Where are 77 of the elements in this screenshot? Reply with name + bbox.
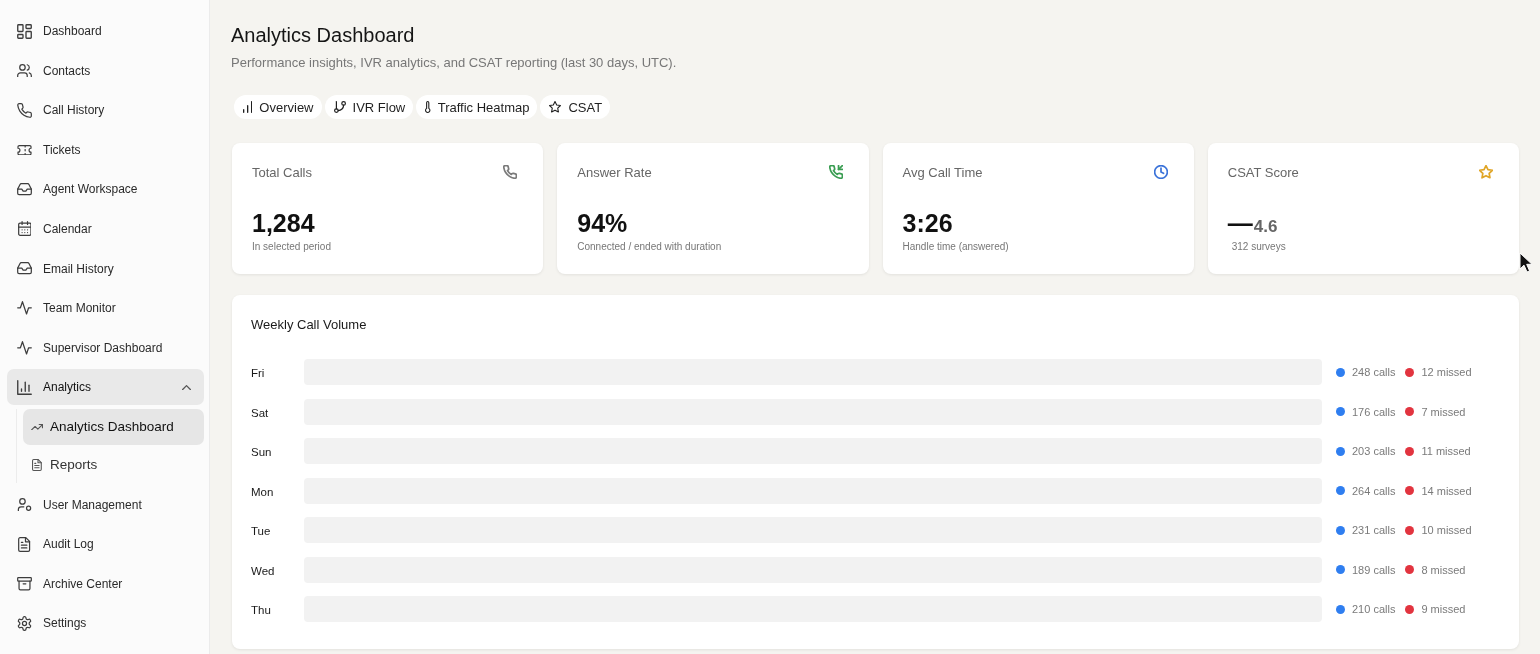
stat-value: 94%	[577, 208, 628, 238]
inbox-tray-icon	[17, 183, 32, 196]
stat-caption: 312 surveys	[1231, 241, 1286, 253]
day-label: Wed	[251, 564, 275, 577]
pulse-line-icon	[17, 340, 32, 355]
day-label: Fri	[251, 367, 265, 379]
score-value: 4.6	[1253, 216, 1278, 238]
day-label: Mon	[251, 485, 274, 498]
sidebar-item[interactable]: Analytics	[7, 369, 204, 406]
day-label: Thu	[251, 604, 271, 616]
settings-icon	[17, 615, 32, 631]
sidebar-item[interactable]: Settings	[7, 605, 204, 642]
sidebar-item[interactable]: Tickets	[7, 131, 204, 168]
legend-text: 189 calls	[1352, 563, 1396, 576]
legend-text: 210 calls	[1352, 603, 1396, 615]
document-icon	[18, 536, 31, 552]
phone-icon	[17, 102, 32, 118]
stat-caption: Connected / ended with duration	[577, 241, 722, 253]
sidebar-item[interactable]: Archive Center	[7, 565, 204, 602]
card-title: CSAT Score	[1227, 164, 1299, 180]
legend-text: 264 calls	[1352, 484, 1396, 497]
day-label: Sun	[251, 446, 272, 458]
stat-value: —	[1227, 208, 1253, 238]
stat-caption: Handle time (answered)	[902, 241, 1009, 253]
legend-text: 7 missed	[1421, 405, 1466, 418]
chart-title: Weekly Call Volume	[251, 316, 367, 334]
sidebar-subitem[interactable]: Reports	[23, 446, 204, 483]
stat-value: 1,284	[252, 208, 315, 238]
sidebar-item[interactable]: Contacts	[7, 52, 204, 89]
tab[interactable]: Traffic Heatmap	[416, 95, 538, 119]
stat-caption: In selected period	[252, 241, 331, 253]
sidebar-item[interactable]: Calendar	[7, 210, 204, 247]
thermometer-icon	[425, 101, 431, 113]
branch-icon	[333, 101, 346, 113]
users-icon	[17, 63, 32, 78]
sidebar-item[interactable]: Email History	[7, 250, 204, 287]
archive-box-icon	[17, 576, 32, 591]
legend-text: 10 missed	[1421, 524, 1472, 536]
bar-chart-icon	[243, 101, 253, 113]
user-gear-icon	[17, 497, 32, 512]
legend-text: 176 calls	[1352, 405, 1396, 418]
trend-line-icon	[31, 423, 43, 431]
inbox-tray-icon	[17, 262, 32, 275]
legend-text: 14 missed	[1421, 484, 1472, 497]
day-label: Sat	[251, 406, 269, 419]
ticket-icon	[17, 144, 32, 155]
tab[interactable]: CSAT	[540, 95, 611, 119]
legend-text: 12 missed	[1421, 366, 1472, 378]
sidebar-item[interactable]: Audit Log	[7, 526, 204, 563]
card-title: Total Calls	[252, 164, 312, 180]
card-title: Avg Call Time	[902, 164, 983, 180]
day-label: Tue	[251, 525, 271, 537]
legend-text: 248 calls	[1352, 366, 1396, 378]
legend-text: 8 missed	[1421, 563, 1466, 576]
legend-text: 11 missed	[1421, 445, 1471, 457]
star-icon	[549, 101, 562, 113]
pulse-line-icon	[17, 301, 32, 315]
card-title: Answer Rate	[577, 164, 652, 180]
sidebar-item[interactable]: User Management	[7, 486, 204, 523]
layout-grid-icon	[17, 23, 32, 39]
sidebar-item[interactable]: Team Monitor	[7, 290, 204, 327]
page-title: Analytics Dashboard	[231, 23, 415, 47]
legend-text: 231 calls	[1352, 524, 1396, 536]
sidebar-item[interactable]: Supervisor Dashboard	[7, 329, 204, 366]
tab[interactable]: Overview	[234, 95, 322, 119]
document-icon	[32, 458, 42, 471]
sidebar-item[interactable]: Call History	[7, 92, 204, 129]
stat-value: 3:26	[902, 208, 953, 238]
sidebar-item[interactable]: Agent Workspace	[7, 171, 204, 208]
bar-chart-icon	[17, 379, 32, 395]
legend-text: 203 calls	[1352, 445, 1396, 457]
tab[interactable]: IVR Flow	[324, 95, 414, 119]
calendar-icon	[17, 221, 32, 237]
sidebar-subitem[interactable]: Analytics Dashboard	[23, 408, 204, 445]
page-subtitle: Performance insights, IVR analytics, and CSAT reporting (last 30 days, UTC).	[231, 55, 677, 71]
legend-text: 9 missed	[1421, 603, 1466, 615]
sidebar-item[interactable]: Dashboard	[7, 13, 204, 49]
